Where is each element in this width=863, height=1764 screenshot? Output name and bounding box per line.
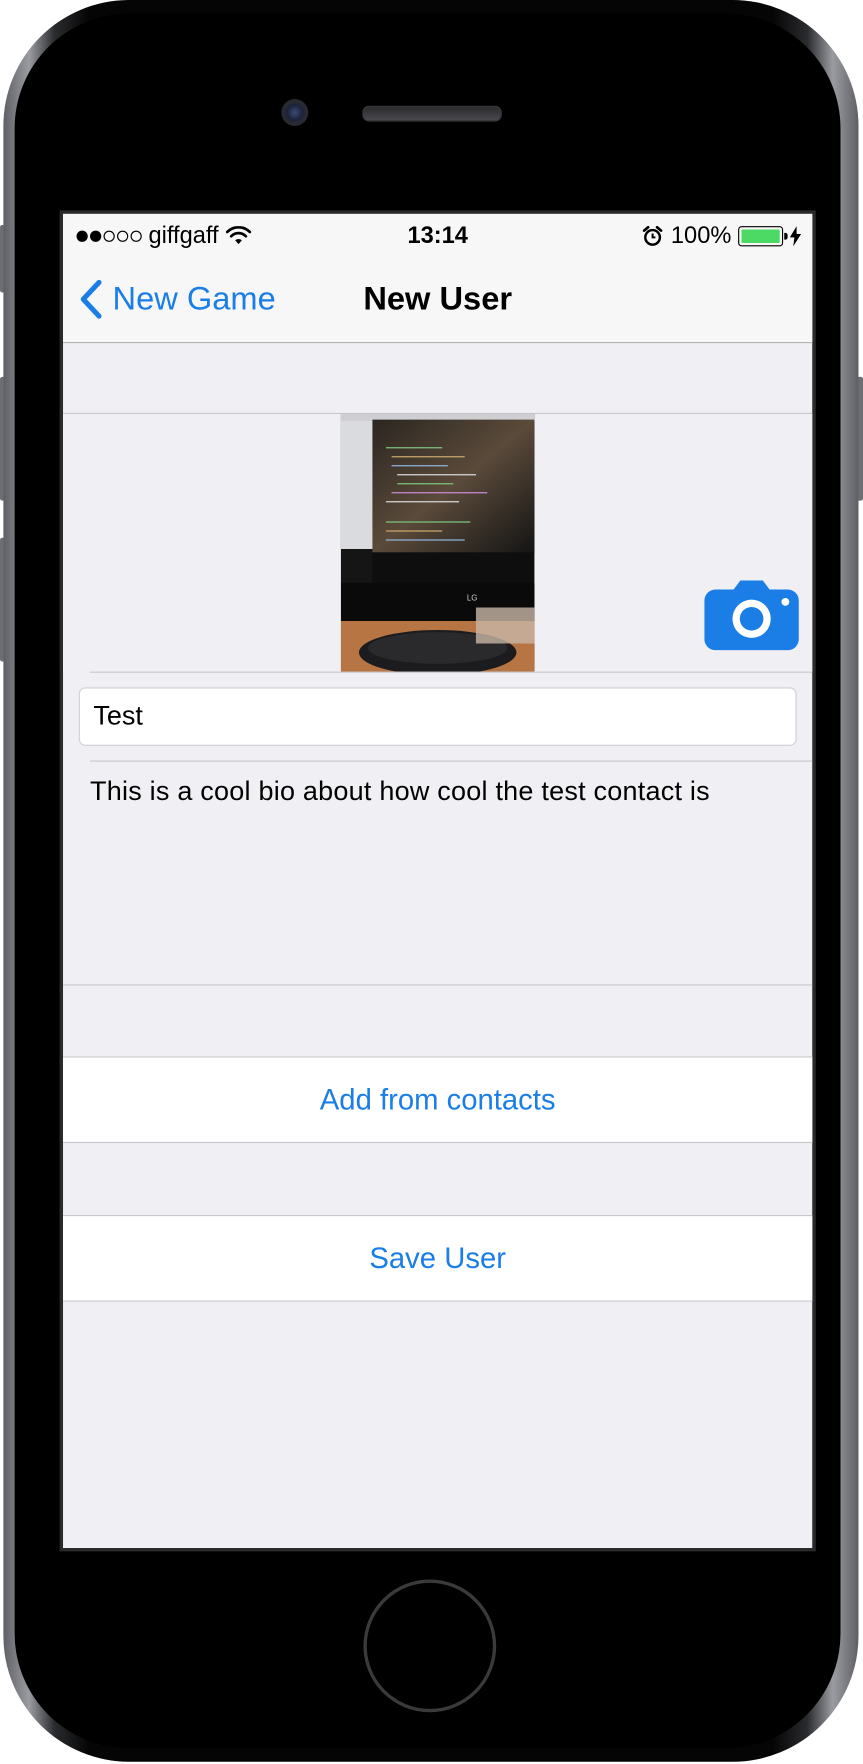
- photo-image: LG: [340, 414, 535, 672]
- battery-level-fill: [741, 229, 780, 243]
- user-photo[interactable]: LG: [340, 414, 535, 672]
- camera-button[interactable]: [704, 580, 799, 656]
- svg-text:LG: LG: [467, 594, 477, 603]
- bio-divider: [63, 984, 813, 986]
- battery-percent: 100%: [670, 222, 732, 249]
- charging-bolt-icon: [789, 226, 802, 247]
- home-button[interactable]: [363, 1579, 497, 1713]
- bio-text-view[interactable]: This is a cool bio about how cool the te…: [90, 776, 788, 808]
- battery-icon: [738, 226, 788, 247]
- camera-icon: [704, 580, 799, 651]
- alarm-icon: [643, 225, 663, 246]
- add-from-contacts-label: Add from contacts: [319, 1082, 556, 1116]
- earpiece-speaker: [362, 105, 502, 122]
- status-bar: giffgaff 13:14 100%: [63, 213, 813, 259]
- add-from-contacts-button[interactable]: Add from contacts: [63, 1056, 813, 1143]
- page-title: New User: [363, 281, 513, 318]
- save-user-button[interactable]: Save User: [63, 1215, 813, 1302]
- iphone-device: giffgaff 13:14 100% New Game New User LG…: [0, 0, 863, 1764]
- profile-photo-cell: LG: [63, 414, 813, 672]
- photo-divider: [90, 671, 813, 673]
- name-divider: [90, 760, 813, 762]
- front-camera: [281, 99, 309, 126]
- navigation-bar: New Game New User: [63, 258, 813, 344]
- save-user-label: Save User: [369, 1240, 506, 1275]
- screen: giffgaff 13:14 100% New Game New User LG…: [59, 210, 816, 1552]
- right-status-group: 100%: [642, 222, 802, 250]
- name-field[interactable]: [78, 687, 797, 746]
